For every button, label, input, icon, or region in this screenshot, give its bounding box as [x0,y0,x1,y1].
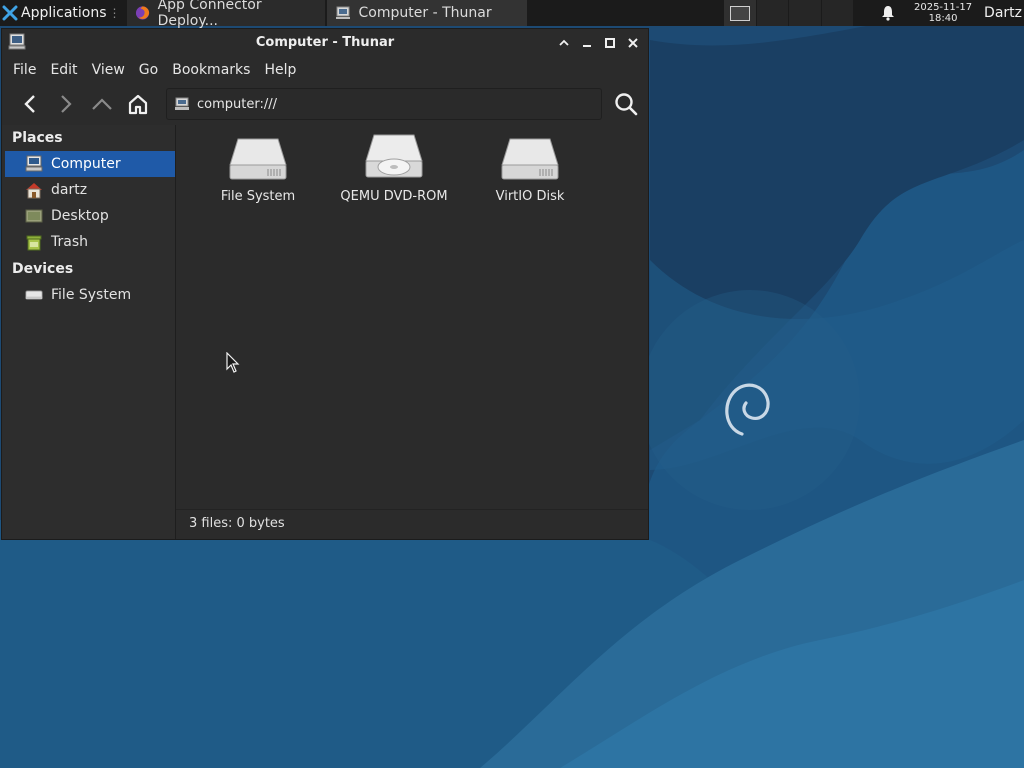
computer-icon [175,97,189,110]
workspace-1[interactable] [724,0,757,26]
file-item-label: VirtIO Disk [495,189,565,204]
maximize-button[interactable] [600,35,619,51]
panel-clock[interactable]: 2025-11-17 18:40 [908,2,978,24]
content-area: Places Computer dartz Desktop Trash Devi… [2,125,648,539]
user-menu[interactable]: Dartz [984,5,1024,21]
location-input[interactable] [195,95,579,113]
icon-view: File System QEMU DVD-ROM VirtIO Disk [176,125,648,204]
sidebar-item-label: dartz [51,182,88,198]
top-panel: Applications ⋮ App Connector Deploy... C… [0,0,1024,29]
clock-date: 2025-11-17 [913,2,973,13]
forward-button[interactable] [48,88,84,120]
menu-file[interactable]: File [6,62,43,78]
sidebar-item-file-system[interactable]: File System [5,282,175,308]
sidebar-item-label: Desktop [51,208,109,224]
taskbar-item-label: App Connector Deploy... [157,0,262,29]
taskbar-item-browser[interactable]: App Connector Deploy... [126,0,325,29]
side-pane: Places Computer dartz Desktop Trash Devi… [2,125,176,539]
file-item-label: File System [220,189,296,204]
search-icon [615,93,638,116]
optical-drive-icon [365,134,423,178]
firefox-icon [135,6,149,20]
bell-icon [882,6,895,21]
arrow-left-icon [24,95,35,113]
taskbar-item-thunar[interactable]: Computer - Thunar [326,0,527,26]
file-view[interactable]: File System QEMU DVD-ROM VirtIO Disk 3 f… [176,125,648,539]
sidebar-item-dartz[interactable]: dartz [5,177,175,203]
trash-icon [26,235,42,251]
back-button[interactable] [12,88,48,120]
workspace-2[interactable] [756,0,790,26]
chevron-up-icon [558,39,569,46]
location-bar[interactable] [166,88,602,120]
desktop-icon [25,209,43,223]
menu-help[interactable]: Help [257,62,303,78]
mouse-pointer-icon [226,352,240,373]
search-button[interactable] [608,88,644,120]
toolbar [2,83,648,125]
clock-time: 18:40 [928,13,958,24]
close-icon [627,38,638,48]
home-icon [128,94,148,115]
window-preview-icon [729,5,750,21]
window-title: Computer - Thunar [255,35,395,50]
file-item-dvd-rom[interactable]: QEMU DVD-ROM [326,131,462,204]
applications-menu-label: Applications [21,5,107,21]
applications-menu-button[interactable]: Applications ⋮ [0,0,125,26]
workspace-4[interactable] [821,0,855,26]
menubar: File Edit View Go Bookmarks Help [2,57,648,83]
sidebar-item-computer[interactable]: Computer [5,151,175,177]
devices-heading: Devices [12,261,74,277]
parent-folder-button[interactable] [84,88,120,120]
minimize-button[interactable] [577,35,596,51]
sidebar-item-label: Computer [51,156,121,172]
close-button[interactable] [623,35,642,51]
menu-edit[interactable]: Edit [43,62,84,78]
file-item-file-system[interactable]: File System [190,131,326,204]
arrow-up-icon [92,98,112,110]
sidebar-item-desktop[interactable]: Desktop [5,203,175,229]
xfce-logo-icon [2,5,18,21]
shade-button[interactable] [554,35,573,51]
menu-go[interactable]: Go [132,62,165,78]
computer-icon [335,6,350,19]
file-item-virtio-disk[interactable]: VirtIO Disk [462,131,598,204]
menu-separator-icon: ⋮ [108,6,121,20]
notifications-button[interactable] [868,5,908,21]
sidebar-item-label: File System [51,287,132,303]
taskbar-item-label: Computer - Thunar [358,5,492,21]
menu-bookmarks[interactable]: Bookmarks [165,62,257,78]
drive-icon [25,290,43,300]
computer-icon [25,155,43,172]
menu-view[interactable]: View [85,62,132,78]
arrow-right-icon [61,95,72,113]
window-titlebar[interactable]: Computer - Thunar [2,29,648,57]
maximize-icon [604,38,615,48]
home-button[interactable] [120,88,156,120]
places-heading: Places [12,130,63,146]
file-item-label: QEMU DVD-ROM [340,189,448,204]
workspace-switcher[interactable] [724,0,855,26]
status-bar: 3 files: 0 bytes [176,509,648,539]
thunar-window: Computer - Thunar File Edit View Go Book… [1,28,649,540]
sidebar-item-trash[interactable]: Trash [5,229,175,255]
home-folder-icon [26,183,42,199]
harddisk-icon [501,138,559,180]
workspace-3[interactable] [789,0,822,26]
harddisk-icon [229,138,287,180]
minimize-icon [582,45,591,47]
sidebar-item-label: Trash [51,234,88,250]
